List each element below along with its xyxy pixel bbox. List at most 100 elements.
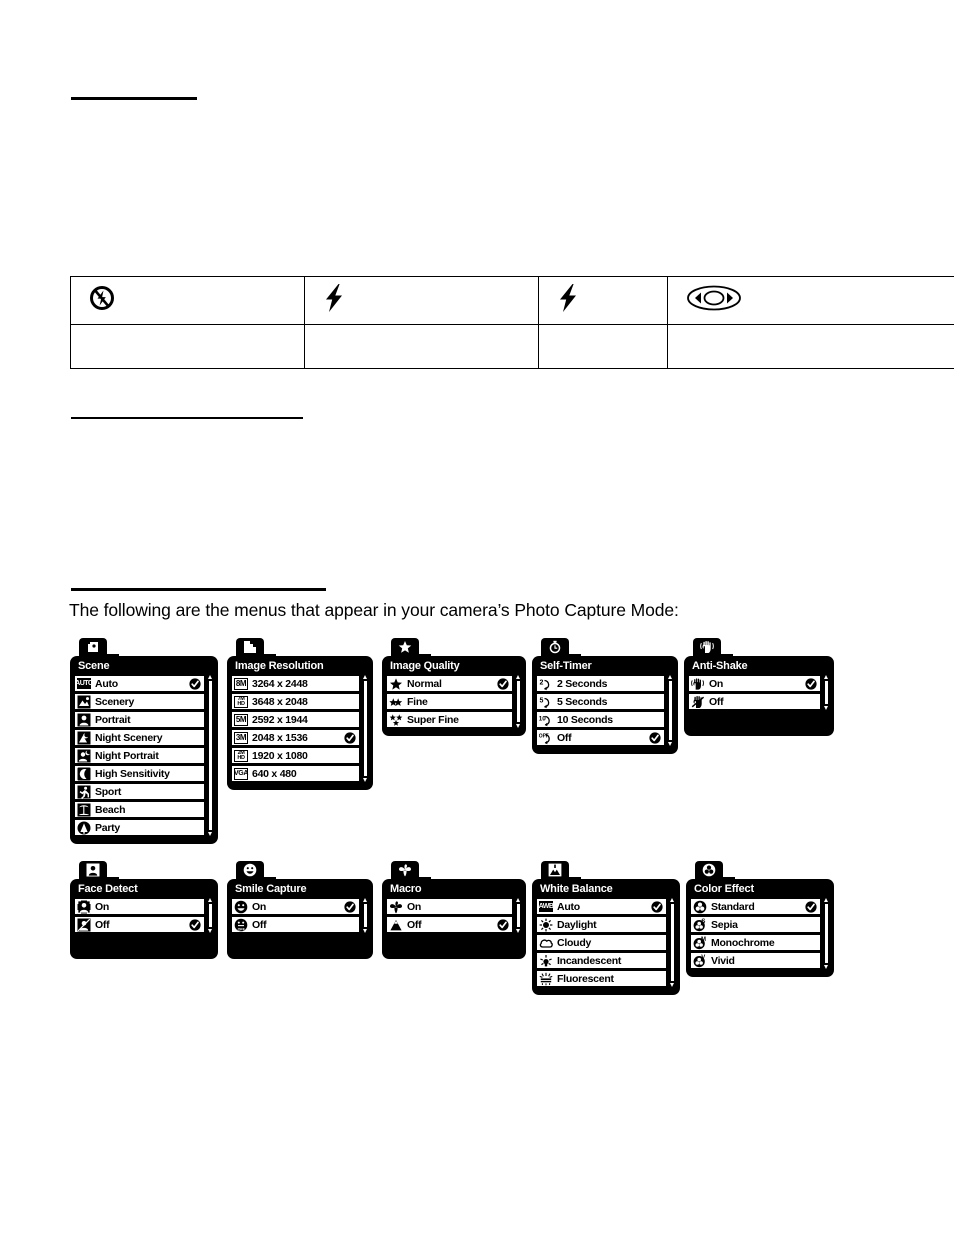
- menu-scrollbar-image-quality[interactable]: [515, 675, 522, 728]
- menu-item-color-effect-2[interactable]: M Monochrome: [690, 934, 821, 951]
- menu-item-scene-0[interactable]: AUTO Auto: [74, 675, 205, 692]
- menu-body-face-detect: Face Detect On Off: [70, 879, 218, 959]
- menu-item-smile-capture-0[interactable]: On: [231, 898, 360, 915]
- menu-scrollbar-white-balance[interactable]: [669, 898, 676, 987]
- scrollbar-track[interactable]: [208, 680, 213, 831]
- scroll-up-arrow-icon[interactable]: [668, 675, 672, 679]
- menu-item-face-detect-0[interactable]: On: [74, 898, 205, 915]
- menu-item-label: 3648 x 2048: [252, 695, 308, 708]
- menu-item-white-balance-1[interactable]: Daylight: [536, 916, 667, 933]
- menu-item-label: Sepia: [711, 918, 738, 931]
- menu-item-self-timer-2[interactable]: 10 10 Seconds: [536, 711, 665, 728]
- face-on-icon: [77, 899, 91, 914]
- scrollbar-track[interactable]: [208, 903, 213, 928]
- menu-item-scene-7[interactable]: Beach: [74, 801, 205, 818]
- menu-tab-face-detect[interactable]: [79, 861, 119, 883]
- scroll-up-arrow-icon[interactable]: [824, 898, 828, 902]
- scrollbar-track[interactable]: [668, 680, 673, 741]
- menu-item-white-balance-4[interactable]: Fluorescent: [536, 970, 667, 987]
- menu-item-color-effect-3[interactable]: V Vivid: [690, 952, 821, 969]
- menu-tab-image-quality[interactable]: [391, 638, 431, 660]
- scroll-down-arrow-icon[interactable]: [363, 929, 367, 933]
- scroll-up-arrow-icon[interactable]: [208, 898, 212, 902]
- menu-body-image-quality: Image Quality Normal Fine Super Fine: [382, 656, 526, 736]
- menu-scrollbar-macro[interactable]: [515, 898, 522, 933]
- menu-item-scene-6[interactable]: Sport: [74, 783, 205, 800]
- menu-item-label: On: [407, 900, 422, 913]
- menu-item-self-timer-3[interactable]: OFF Off: [536, 729, 665, 746]
- menu-item-image-quality-0[interactable]: Normal: [386, 675, 513, 692]
- scrollbar-track[interactable]: [824, 903, 829, 964]
- menu-item-scene-8[interactable]: Party: [74, 819, 205, 836]
- menu-scrollbar-image-resolution[interactable]: [362, 675, 369, 782]
- menu-scrollbar-face-detect[interactable]: [207, 898, 214, 933]
- menu-item-color-effect-1[interactable]: S Sepia: [690, 916, 821, 933]
- scroll-down-arrow-icon[interactable]: [363, 778, 367, 782]
- sun-icon: [539, 918, 553, 931]
- menu-item-image-resolution-0[interactable]: 8M 3264 x 2448: [231, 675, 360, 692]
- scroll-down-arrow-icon[interactable]: [208, 929, 212, 933]
- scrollbar-track[interactable]: [824, 680, 829, 705]
- scroll-up-arrow-icon[interactable]: [516, 898, 520, 902]
- white-balance-icon: [548, 863, 562, 877]
- menu-tab-self-timer[interactable]: [541, 638, 581, 660]
- scroll-down-arrow-icon[interactable]: [824, 965, 828, 969]
- menu-tab-image-resolution[interactable]: [236, 638, 276, 660]
- menu-item-smile-capture-1[interactable]: OFF Off: [231, 916, 360, 933]
- menu-tab-smile-capture[interactable]: [236, 861, 276, 883]
- menu-item-white-balance-3[interactable]: Incandescent: [536, 952, 667, 969]
- scrollbar-track[interactable]: [363, 903, 368, 928]
- scroll-down-arrow-icon[interactable]: [516, 929, 520, 933]
- timer-2-icon: 2: [539, 677, 553, 690]
- scroll-down-arrow-icon[interactable]: [516, 724, 520, 728]
- scroll-up-arrow-icon[interactable]: [363, 675, 367, 679]
- scroll-up-arrow-icon[interactable]: [824, 675, 828, 679]
- scroll-up-arrow-icon[interactable]: [516, 675, 520, 679]
- menu-item-image-resolution-2[interactable]: 5M 2592 x 1944: [231, 711, 360, 728]
- scrollbar-track[interactable]: [670, 903, 675, 982]
- menu-item-macro-0[interactable]: On: [386, 898, 513, 915]
- menu-item-color-effect-0[interactable]: Standard: [690, 898, 821, 915]
- menu-item-image-quality-1[interactable]: Fine: [386, 693, 513, 710]
- menu-item-scene-1[interactable]: Scenery: [74, 693, 205, 710]
- menu-scrollbar-scene[interactable]: [207, 675, 214, 836]
- menu-item-image-resolution-1[interactable]: 7M HD 3648 x 2048: [231, 693, 360, 710]
- menu-scrollbar-self-timer[interactable]: [667, 675, 674, 746]
- scroll-down-arrow-icon[interactable]: [824, 706, 828, 710]
- menu-item-scene-3[interactable]: Night Scenery: [74, 729, 205, 746]
- scrollbar-track[interactable]: [516, 903, 521, 928]
- menu-tab-color-effect[interactable]: [695, 861, 735, 883]
- scrollbar-track[interactable]: [363, 680, 368, 777]
- menu-item-scene-5[interactable]: High Sensitivity: [74, 765, 205, 782]
- menu-tab-anti-shake[interactable]: [693, 638, 733, 660]
- menu-item-macro-1[interactable]: Off: [386, 916, 513, 933]
- scroll-up-arrow-icon[interactable]: [363, 898, 367, 902]
- menu-item-face-detect-1[interactable]: Off: [74, 916, 205, 933]
- menu-item-self-timer-1[interactable]: 5 5 Seconds: [536, 693, 665, 710]
- menu-item-self-timer-0[interactable]: 2 2 Seconds: [536, 675, 665, 692]
- scroll-down-arrow-icon[interactable]: [668, 742, 672, 746]
- menu-item-anti-shake-0[interactable]: On: [688, 675, 821, 692]
- scroll-up-arrow-icon[interactable]: [670, 898, 674, 902]
- menu-item-white-balance-0[interactable]: AWB Auto: [536, 898, 667, 915]
- menu-item-image-resolution-5[interactable]: VGA 640 x 480: [231, 765, 360, 782]
- menu-item-label: High Sensitivity: [95, 767, 170, 780]
- scroll-up-arrow-icon[interactable]: [208, 675, 212, 679]
- scrollbar-track[interactable]: [516, 680, 521, 723]
- menu-item-image-resolution-3[interactable]: 3M 2048 x 1536: [231, 729, 360, 746]
- menu-scrollbar-color-effect[interactable]: [823, 898, 830, 969]
- menu-scrollbar-anti-shake[interactable]: [823, 675, 830, 710]
- menu-scrollbar-smile-capture[interactable]: [362, 898, 369, 933]
- scroll-down-arrow-icon[interactable]: [670, 983, 674, 987]
- menu-item-image-quality-2[interactable]: Super Fine: [386, 711, 513, 728]
- menu-panel-anti-shake: Anti-Shake On Off: [684, 638, 834, 736]
- menu-tab-scene[interactable]: [79, 638, 119, 660]
- scroll-down-arrow-icon[interactable]: [208, 832, 212, 836]
- menu-item-scene-2[interactable]: Portrait: [74, 711, 205, 728]
- menu-item-white-balance-2[interactable]: Cloudy: [536, 934, 667, 951]
- menu-tab-macro[interactable]: [391, 861, 431, 883]
- menu-item-image-resolution-4[interactable]: 2M HD 1920 x 1080: [231, 747, 360, 764]
- menu-item-anti-shake-1[interactable]: Off: [688, 693, 821, 710]
- menu-item-scene-4[interactable]: Night Portrait: [74, 747, 205, 764]
- menu-tab-white-balance[interactable]: [541, 861, 581, 883]
